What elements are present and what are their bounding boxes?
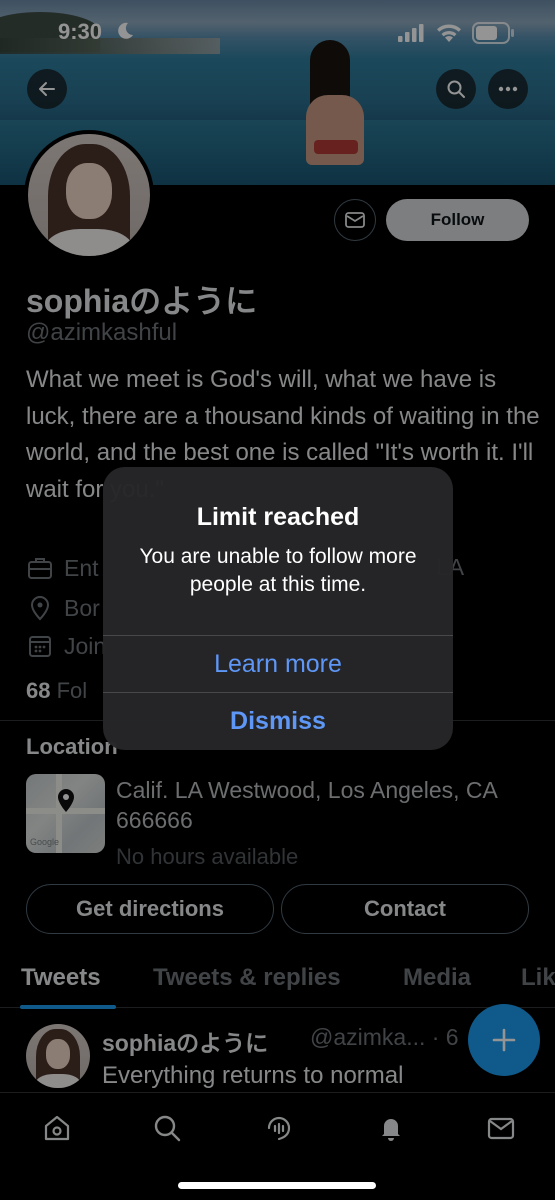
learn-more-button[interactable]: Learn more [103,636,453,692]
home-indicator [178,1182,376,1189]
dialog-message: You are unable to follow more people at … [139,545,417,596]
dialog-title: Limit reached [196,503,360,531]
limit-reached-dialog: Limit reached You are unable to follow m… [103,467,453,750]
dismiss-button[interactable]: Dismiss [103,693,453,749]
